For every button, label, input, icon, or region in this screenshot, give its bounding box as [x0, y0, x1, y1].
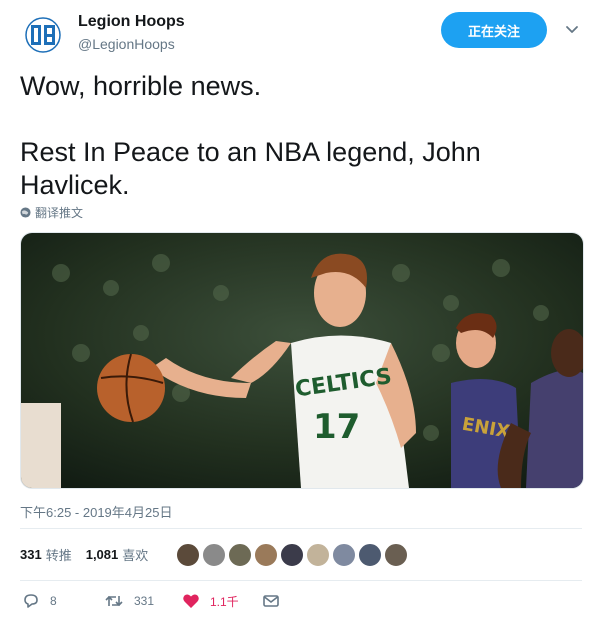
direct-message-button[interactable] — [262, 592, 280, 610]
like-button[interactable]: 1.1千 — [182, 592, 239, 610]
chevron-down-icon[interactable] — [564, 22, 580, 38]
liker-avatar[interactable] — [228, 543, 252, 567]
svg-text:17: 17 — [313, 407, 360, 447]
liker-avatars — [176, 543, 408, 567]
tweet-line-1: Wow, horrible news. — [20, 71, 262, 101]
tweet-text: Wow, horrible news. Rest In Peace to an … — [20, 70, 580, 202]
divider — [20, 580, 582, 581]
following-button[interactable]: 正在关注 — [441, 12, 547, 48]
heart-icon — [183, 594, 199, 608]
avatar[interactable] — [20, 12, 66, 58]
tweet-timestamp[interactable]: 下午6:25 - 2019年4月25日 — [20, 502, 172, 521]
tweet-header: Legion Hoops @LegionHoops 正在关注 — [20, 10, 592, 60]
tweet-stats: 331 转推 1,081 喜欢 — [20, 545, 148, 564]
translate-tweet-link[interactable]: 翻译推文 — [20, 204, 83, 221]
like-count[interactable]: 1,081 — [86, 547, 119, 562]
reply-icon — [24, 594, 38, 608]
retweet-action-count: 331 — [134, 594, 155, 608]
user-handle[interactable]: @LegionHoops — [78, 34, 185, 54]
retweet-button[interactable]: 331 — [104, 592, 154, 610]
tweet-actions: 8 331 1.1千 — [20, 592, 320, 616]
display-name[interactable]: Legion Hoops — [78, 12, 185, 32]
tweet-line-2: Rest In Peace to an NBA legend, John Hav… — [20, 137, 481, 200]
like-label[interactable]: 喜欢 — [122, 545, 148, 564]
liker-avatar[interactable] — [332, 543, 356, 567]
liker-avatar[interactable] — [384, 543, 408, 567]
liker-avatar[interactable] — [280, 543, 304, 567]
divider — [20, 528, 582, 529]
retweet-icon — [105, 595, 123, 607]
basketball-game-photo: CELTICS 17 ENIX — [21, 233, 583, 488]
translate-label[interactable]: 翻译推文 — [35, 204, 83, 221]
reply-button[interactable]: 8 — [22, 592, 57, 610]
tweet-photo[interactable]: CELTICS 17 ENIX — [20, 232, 584, 489]
globe-icon — [20, 207, 31, 218]
reply-count: 8 — [50, 594, 57, 608]
retweet-label[interactable]: 转推 — [46, 545, 72, 564]
liker-avatar[interactable] — [202, 543, 226, 567]
envelope-icon — [263, 595, 279, 607]
liker-avatar[interactable] — [254, 543, 278, 567]
liker-avatar[interactable] — [176, 543, 200, 567]
legion-hoops-logo-icon — [25, 17, 61, 53]
retweet-count[interactable]: 331 — [20, 547, 42, 562]
like-action-count: 1.1千 — [210, 594, 239, 609]
liker-avatar[interactable] — [306, 543, 330, 567]
liker-avatar[interactable] — [358, 543, 382, 567]
